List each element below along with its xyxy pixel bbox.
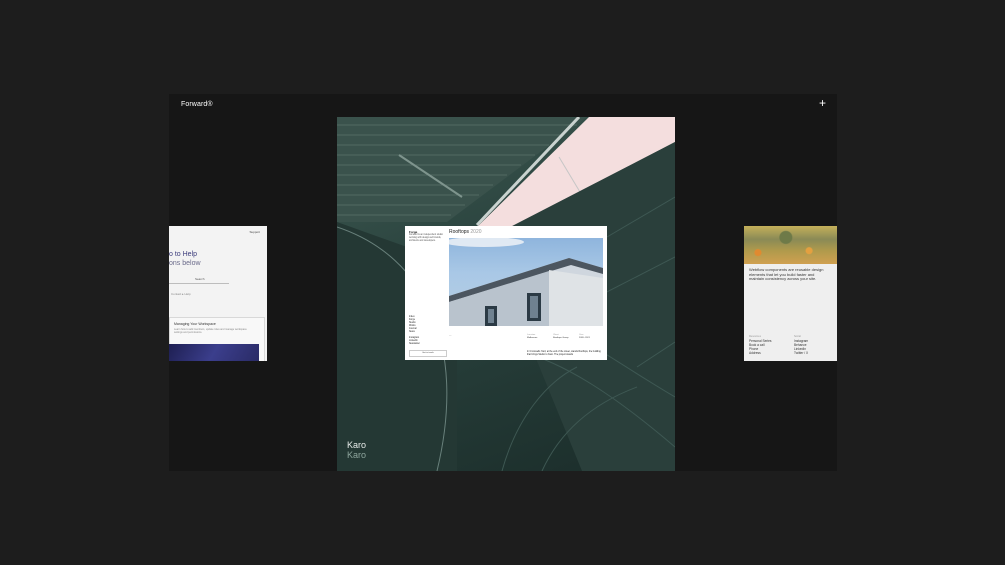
cover-title: Karo <box>347 440 367 450</box>
project-body-text: In Cromwells Yard, at the end of the str… <box>527 351 601 356</box>
project-detail-popup[interactable]: Forge Forward is an independent studio w… <box>405 226 607 360</box>
meta-dash: — <box>449 334 452 337</box>
meta-year: Year 2020–2021 <box>579 334 590 339</box>
building-illustration <box>449 238 603 326</box>
project-photo <box>449 238 603 326</box>
brand-logo[interactable]: Forward® <box>181 101 213 108</box>
resources-column: Resources Personal Series Book a call Ph… <box>749 335 772 355</box>
article-title: Managing Your Workspace <box>174 322 216 326</box>
popup-nav: Index Forge Studio Works Journal News In… <box>409 316 420 346</box>
right-preview-card[interactable]: Webflow components are reusable design e… <box>744 226 837 361</box>
card-text: Webflow components are reusable design e… <box>749 267 824 282</box>
meta-client: Client Rooftops Group <box>553 334 569 339</box>
plus-icon[interactable]: + <box>819 97 826 109</box>
app-frame: Forward® + Support o to Help ons below S… <box>169 94 837 471</box>
popup-title: Rooftops 2020 <box>449 229 482 235</box>
social-link[interactable]: Twitter / X <box>794 351 808 355</box>
project-name: Rooftops <box>449 229 470 235</box>
flower-photo-overlay <box>744 226 837 264</box>
meta-location: Location Melbourne <box>527 334 538 339</box>
cover-subtitle: Karo <box>347 450 367 460</box>
search-button[interactable]: Search <box>195 277 205 281</box>
resource-link[interactable]: Address <box>749 351 772 355</box>
card-heading: o to Help <box>169 251 198 258</box>
card-image <box>169 344 259 361</box>
popup-description: Forward is an independent studio working… <box>409 234 443 242</box>
card-subheading: ons below <box>169 260 201 267</box>
social-column: Social Instagram Behance LinkedIn Twitte… <box>794 335 809 355</box>
card-meta: Contact ▸ Help <box>171 292 191 296</box>
support-link[interactable]: Support <box>249 230 260 234</box>
get-in-touch-button[interactable]: Get in touch <box>409 350 447 357</box>
left-preview-card[interactable]: Support o to Help ons below Search Conta… <box>169 226 267 361</box>
divider <box>169 283 229 284</box>
project-year: 2020 <box>470 229 482 235</box>
article-text: Learn how to add members, update roles a… <box>174 328 247 334</box>
nav-item[interactable]: Newsletter <box>409 343 420 346</box>
